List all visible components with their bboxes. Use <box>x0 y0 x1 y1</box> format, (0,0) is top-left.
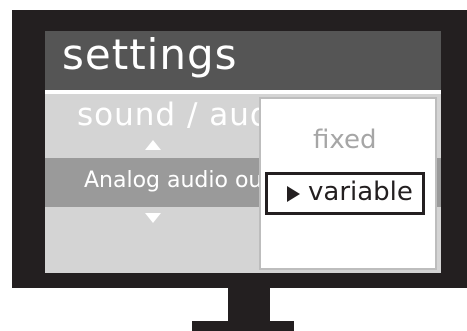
scroll-down-icon[interactable] <box>145 213 161 223</box>
monitor-stand-base <box>192 321 294 331</box>
title-bar: settings <box>45 31 441 94</box>
option-popup: fixed variable <box>259 97 437 270</box>
option-variable: variable <box>308 177 413 207</box>
scroll-up-icon[interactable] <box>145 140 161 150</box>
menu-item-label: Analog audio out <box>84 168 271 193</box>
play-arrow-icon <box>287 186 300 202</box>
page-title: settings <box>62 31 238 79</box>
option-fixed[interactable]: fixed <box>313 124 376 158</box>
monitor-screen: settings sound / audio Analog audio out … <box>45 31 441 273</box>
option-variable-selected[interactable]: variable <box>265 172 425 215</box>
monitor-stand-neck <box>228 288 270 321</box>
